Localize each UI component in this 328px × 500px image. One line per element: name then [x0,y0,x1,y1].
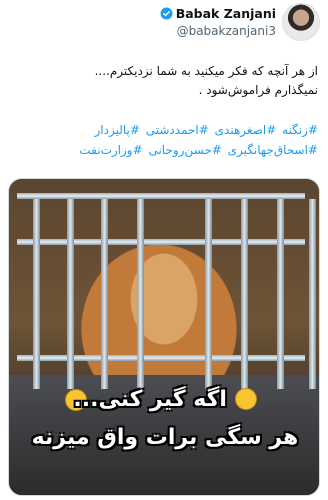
cage-bar [33,199,40,389]
verified-badge-icon [160,7,173,20]
cage-bar [17,355,305,361]
cage-bar [137,199,144,389]
cage-bar [277,199,284,389]
hashtag-row-1: #زنگنه #اصغرهندی #احمددشتی #پالیزدار [18,120,319,140]
author-handle[interactable]: @babakzanjani3 [160,24,276,38]
cage-bar [309,199,316,389]
avatar[interactable] [282,3,320,41]
hashtag-link[interactable]: #زنگنه [282,123,318,137]
tweet-header: Babak Zanjani @babakzanjani3 [0,0,328,50]
hashtag-row-2: #اسحاق‌جهانگیری #حسن‌روحانی #وزارت‌نفت [18,140,318,160]
weary-face-emoji-icon [234,388,257,410]
tweet-media[interactable]: اگه گیر کنی... هر سگی برات واق میزنه [8,178,320,496]
cage-bar [241,199,248,389]
cage-bar [205,199,212,389]
author-display-name[interactable]: Babak Zanjani [160,6,276,21]
media-caption-top: اگه گیر کنی... [9,387,319,412]
hashtag-link[interactable]: #حسن‌روحانی [148,143,221,157]
cage-bar [67,199,74,389]
hashtag-link[interactable]: #احمددشتی [146,123,209,137]
hashtag-link[interactable]: #اسحاق‌جهانگیری [228,143,318,157]
cage-bar [17,193,305,199]
cage-bar [101,199,108,389]
cage-bar [17,239,305,245]
hashtag-link[interactable]: #وزارت‌نفت [79,143,142,157]
caption-top-text: اگه گیر کنی... [73,387,227,412]
tweet-line-2: نمیگذارم فراموش‌شود . [198,83,318,97]
author-names: Babak Zanjani @babakzanjani3 [160,6,276,38]
media-caption-bottom: هر سگی برات واق میزنه [31,425,299,450]
tweet-line-1: از هر آنچه که فکر میکنید به شما نزدیکترم… [94,64,318,78]
hashtag-link[interactable]: #اصغرهندی [215,123,277,137]
hashtag-block: #زنگنه #اصغرهندی #احمددشتی #پالیزدار #اس… [18,120,318,160]
author-name-text: Babak Zanjani [175,6,276,21]
tweet-text: از هر آنچه که فکر میکنید به شما نزدیکترم… [18,62,318,100]
hashtag-link[interactable]: #پالیزدار [95,123,140,137]
